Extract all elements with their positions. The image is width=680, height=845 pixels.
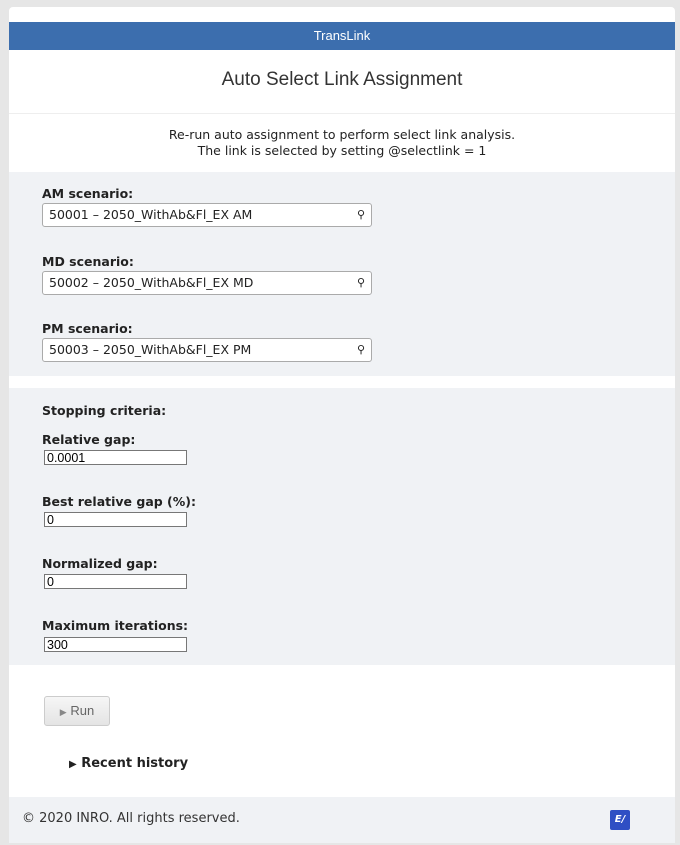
description: Re-run auto assignment to perform select… [9, 127, 675, 159]
play-icon: ▶ [59, 707, 67, 717]
stopping-criteria-heading: Stopping criteria: [42, 403, 167, 418]
pm-scenario-label: PM scenario: [42, 321, 133, 336]
scenario-section: AM scenario: 50001 – 2050_WithAb&Fl_EX A… [9, 172, 675, 376]
md-scenario-select[interactable]: 50002 – 2050_WithAb&Fl_EX MD ⚲ [42, 271, 372, 295]
recent-history-toggle[interactable]: ▶ Recent history [69, 756, 188, 771]
search-icon[interactable]: ⚲ [357, 339, 365, 361]
max-iterations-label: Maximum iterations: [42, 618, 189, 633]
relative-gap-label: Relative gap: [42, 432, 136, 447]
tool-panel: TransLink Auto Select Link Assignment Re… [9, 7, 675, 843]
copyright: © 2020 INRO. All rights reserved. [22, 811, 240, 826]
emme-logo-icon: E/ [610, 810, 630, 830]
max-iterations-input[interactable] [44, 637, 187, 652]
pm-scenario-select[interactable]: 50003 – 2050_WithAb&Fl_EX PM ⚲ [42, 338, 372, 362]
md-scenario-label: MD scenario: [42, 254, 134, 269]
normalized-gap-input[interactable] [44, 574, 187, 589]
am-scenario-select[interactable]: 50001 – 2050_WithAb&Fl_EX AM ⚲ [42, 203, 372, 227]
description-line: Re-run auto assignment to perform select… [168, 127, 516, 142]
search-icon[interactable]: ⚲ [357, 204, 365, 226]
normalized-gap-label: Normalized gap: [42, 556, 158, 571]
divider [9, 113, 675, 114]
stopping-criteria-section: Stopping criteria: Relative gap: Best re… [9, 388, 675, 665]
pm-scenario-value: 50003 – 2050_WithAb&Fl_EX PM [49, 342, 252, 357]
am-scenario-label: AM scenario: [42, 186, 134, 201]
run-label: Run [70, 703, 95, 718]
caret-right-icon: ▶ [69, 759, 77, 770]
brand-bar: TransLink [9, 22, 675, 50]
description-line: The link is selected by setting @selectl… [197, 143, 487, 158]
md-scenario-value: 50002 – 2050_WithAb&Fl_EX MD [49, 275, 254, 290]
relative-gap-input[interactable] [44, 450, 187, 465]
am-scenario-value: 50001 – 2050_WithAb&Fl_EX AM [49, 207, 253, 222]
page-title: Auto Select Link Assignment [221, 69, 463, 90]
best-relative-gap-label: Best relative gap (%): [42, 494, 197, 509]
footer: © 2020 INRO. All rights reserved. E/ [9, 797, 675, 843]
run-button[interactable]: ▶ Run [44, 696, 110, 726]
search-icon[interactable]: ⚲ [357, 272, 365, 294]
recent-history-label: Recent history [81, 756, 189, 771]
best-relative-gap-input[interactable] [44, 512, 187, 527]
